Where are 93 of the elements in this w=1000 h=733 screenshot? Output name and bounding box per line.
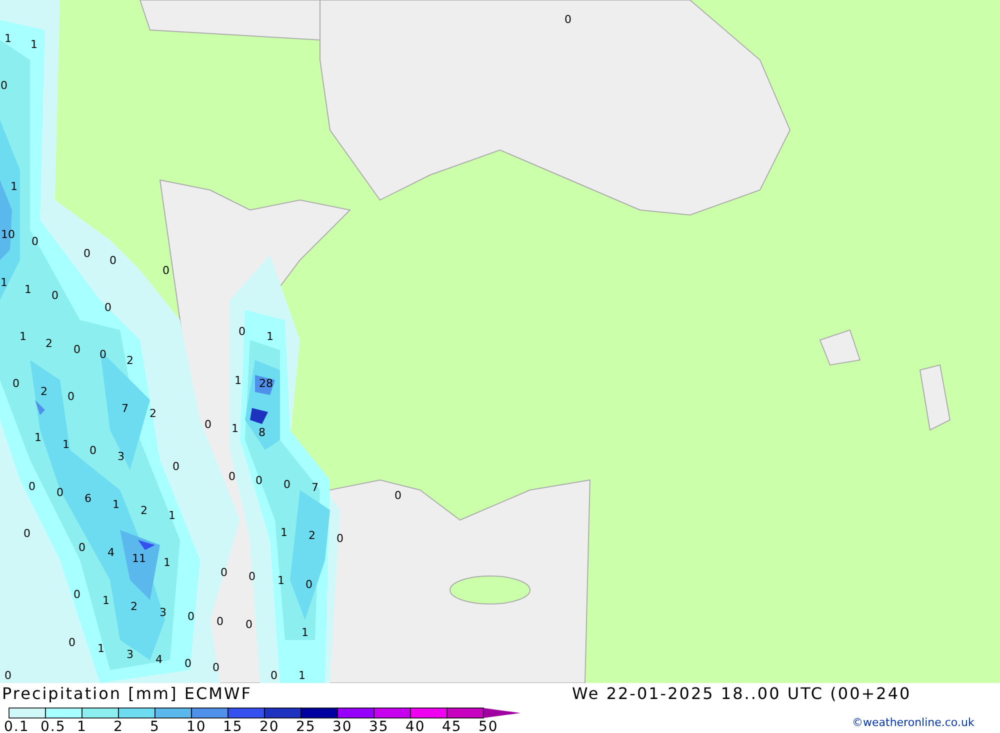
value-label: 1: [266, 330, 274, 343]
value-label: 3: [160, 606, 166, 619]
value-label: 0: [100, 348, 106, 361]
value-label: 1: [232, 422, 238, 435]
value-label: 0: [56, 486, 64, 499]
value-label: 0: [238, 325, 246, 338]
value-label: 0: [248, 570, 256, 583]
value-label: 3: [126, 648, 134, 661]
value-label: 1: [164, 556, 170, 569]
value-label: 0: [104, 301, 112, 314]
value-label: 1: [34, 431, 42, 444]
value-label: 0: [32, 235, 38, 248]
value-label: 1: [278, 574, 284, 587]
value-label: 1: [168, 509, 176, 522]
valid-time: We 22-01-2025 18..00 UTC (00+240: [572, 684, 912, 704]
value-label: 1: [62, 438, 70, 451]
value-label: 0: [246, 618, 252, 631]
value-label: 0: [28, 480, 36, 493]
value-label: 0: [90, 444, 96, 457]
tick-label: 50: [478, 719, 498, 733]
value-label: 0: [204, 418, 212, 431]
value-label: 0: [74, 588, 80, 601]
value-label: 7: [312, 481, 318, 494]
value-label: 0: [284, 478, 290, 491]
value-label: 2: [140, 504, 148, 517]
value-label: 1: [112, 498, 120, 511]
value-label: 2: [40, 385, 48, 398]
value-label: 1: [30, 38, 38, 51]
value-label: 1: [24, 283, 32, 296]
value-label: 0: [220, 566, 228, 579]
tick-label: 30: [332, 719, 352, 733]
tick-label: 1: [77, 719, 87, 733]
value-label: 2: [46, 337, 52, 350]
tick-label: 0.1: [4, 719, 30, 733]
tick-label: 10: [186, 719, 206, 733]
value-label: 1: [302, 626, 308, 639]
tick-label: 2: [114, 719, 124, 733]
value-label: 1: [280, 526, 288, 539]
value-label: 1: [98, 642, 104, 655]
value-label: 0: [306, 578, 312, 591]
value-label: 0: [184, 657, 192, 670]
value-label: 0: [110, 254, 116, 267]
value-label: 6: [84, 492, 92, 505]
value-label: 2: [130, 600, 138, 613]
value-label: 0: [212, 661, 220, 674]
value-label: 8: [258, 426, 266, 439]
tick-label: 15: [223, 719, 243, 733]
value-label: 0: [394, 489, 402, 502]
credit-text: ©weatheronline.co.uk: [852, 716, 974, 730]
value-label: 0: [162, 264, 170, 277]
value-label: 3: [118, 450, 124, 463]
value-label: 1: [102, 594, 110, 607]
value-label: 0: [78, 541, 86, 554]
value-label: 4: [108, 546, 114, 559]
tick-label: 20: [260, 719, 280, 733]
value-label: 1: [4, 32, 12, 45]
tick-label: 45: [442, 719, 462, 733]
value-label: 0: [172, 460, 180, 473]
value-label: 0: [52, 289, 58, 302]
tick-label: 40: [406, 719, 426, 733]
value-label: 4: [156, 653, 162, 666]
legend-title: Precipitation [mm] ECMWF: [2, 684, 252, 704]
value-label: 1: [20, 330, 26, 343]
value-label: 0: [564, 13, 572, 26]
value-label: 0: [216, 615, 224, 628]
tick-label: 0.5: [40, 719, 66, 733]
tick-label: 25: [296, 719, 316, 733]
value-label: 0: [68, 636, 76, 649]
tick-label: 35: [369, 719, 389, 733]
value-label: 0: [188, 610, 194, 623]
value-label: 0: [24, 527, 30, 540]
value-label: 2: [150, 407, 156, 420]
value-label: 1: [234, 374, 242, 387]
value-label: 2: [126, 354, 134, 367]
value-label: 0: [84, 247, 90, 260]
value-label: 10: [1, 228, 15, 241]
value-label: 0: [0, 79, 8, 92]
value-label: 0: [68, 390, 74, 403]
value-label: 0: [74, 343, 80, 356]
value-label: 1: [0, 276, 8, 289]
value-label: 1: [298, 669, 306, 682]
value-label: 28: [259, 377, 273, 390]
value-label: 2: [308, 529, 316, 542]
value-label: 0: [256, 474, 262, 487]
value-label: 0: [12, 377, 20, 390]
value-label: 7: [122, 402, 128, 415]
value-label: 0: [4, 669, 12, 682]
value-label: 0: [270, 669, 278, 682]
value-label: 1: [10, 180, 18, 193]
value-label: 0: [228, 470, 236, 483]
value-label: 11: [132, 552, 146, 565]
value-label: 0: [336, 532, 344, 545]
tick-label: 5: [150, 719, 160, 733]
